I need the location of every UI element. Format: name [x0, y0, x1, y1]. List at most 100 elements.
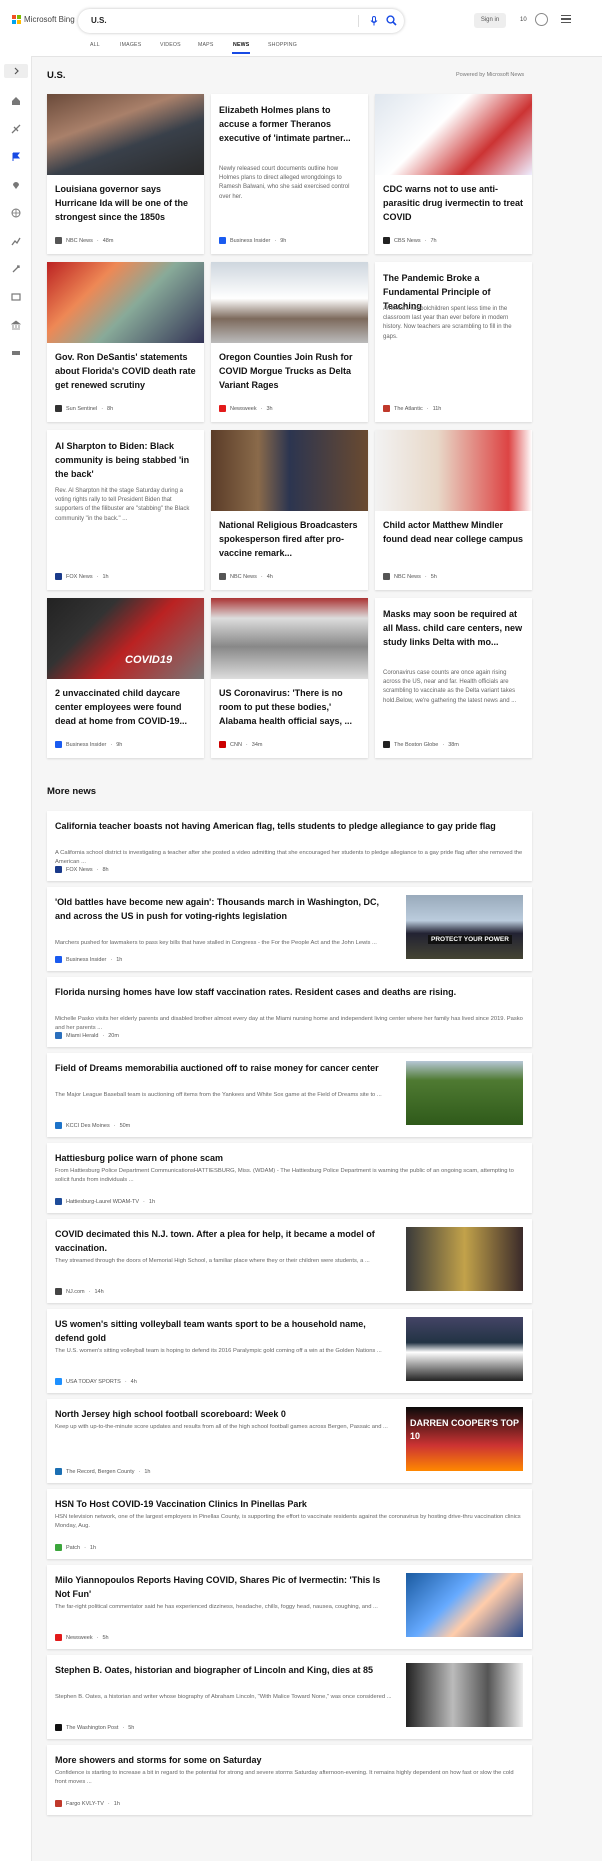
news-card[interactable]: Oregon Counties Join Rush for COVID Morg…	[211, 262, 368, 422]
news-card-title[interactable]: 2 unvaccinated child daycare center empl…	[55, 686, 196, 728]
news-card[interactable]: Louisiana governor says Hurricane Ida wi…	[47, 94, 204, 254]
more-news-source[interactable]: The Record, Bergen County · 1h	[55, 1468, 150, 1475]
news-card[interactable]: Elizabeth Holmes plans to accuse a forme…	[211, 94, 368, 254]
globe-icon[interactable]	[11, 208, 21, 218]
more-news-item[interactable]: COVID decimated this N.J. town. After a …	[47, 1219, 532, 1303]
news-card-image[interactable]	[211, 598, 368, 679]
more-news-source[interactable]: FOX News · 8h	[55, 866, 109, 873]
tab-news[interactable]: NEWS	[233, 42, 249, 48]
more-news-title[interactable]: California teacher boasts not having Ame…	[55, 819, 523, 833]
more-news-thumbnail[interactable]	[406, 1573, 523, 1637]
tab-maps[interactable]: MAPS	[198, 42, 214, 48]
more-news-title[interactable]: US women's sitting volleyball team wants…	[55, 1317, 395, 1345]
politics-icon[interactable]	[11, 320, 21, 330]
news-card-source[interactable]: The Atlantic · 11h	[383, 405, 441, 412]
news-card-title[interactable]: Oregon Counties Join Rush for COVID Morg…	[219, 350, 360, 392]
more-news-thumbnail[interactable]: PROTECT YOUR POWER	[406, 895, 523, 959]
more-news-title[interactable]: HSN To Host COVID-19 Vaccination Clinics…	[55, 1497, 523, 1511]
powered-by-label[interactable]: Powered by Microsoft News	[456, 72, 524, 78]
business-icon[interactable]	[11, 236, 21, 246]
microphone-icon[interactable]	[370, 16, 378, 26]
news-card-source[interactable]: NBC News · 4h	[219, 573, 273, 580]
news-card[interactable]: Masks may soon be required at all Mass. …	[375, 598, 532, 758]
more-news-item[interactable]: Florida nursing homes have low staff vac…	[47, 977, 532, 1047]
more-news-title[interactable]: 'Old battles have become new again': Tho…	[55, 895, 395, 923]
search-input[interactable]: U.S.	[91, 16, 107, 25]
location-pin-icon[interactable]	[11, 180, 21, 190]
more-news-item[interactable]: Stephen B. Oates, historian and biograph…	[47, 1655, 532, 1739]
news-card-title[interactable]: Louisiana governor says Hurricane Ida wi…	[55, 182, 196, 224]
news-card[interactable]: Child actor Matthew Mindler found dead n…	[375, 430, 532, 590]
news-card[interactable]: Al Sharpton to Biden: Black community is…	[47, 430, 204, 590]
news-card[interactable]: National Religious Broadcasters spokespe…	[211, 430, 368, 590]
news-card-title[interactable]: CDC warns not to use anti-parasitic drug…	[383, 182, 524, 224]
more-news-item[interactable]: More showers and storms for some on Satu…	[47, 1745, 532, 1815]
more-news-title[interactable]: COVID decimated this N.J. town. After a …	[55, 1227, 395, 1255]
tab-shopping[interactable]: SHOPPING	[268, 42, 297, 48]
news-card-image[interactable]	[211, 430, 368, 511]
more-news-thumbnail[interactable]	[406, 1663, 523, 1727]
technology-icon[interactable]	[11, 264, 21, 274]
more-news-thumbnail[interactable]	[406, 1227, 523, 1291]
more-news-source[interactable]: KCCI Des Moines · 50m	[55, 1122, 130, 1129]
more-news-source[interactable]: Hattiesburg-Laurel WDAM-TV · 1h	[55, 1198, 155, 1205]
news-card-image[interactable]	[47, 262, 204, 343]
more-news-source[interactable]: Fargo KVLY-TV · 1h	[55, 1800, 120, 1807]
more-news-item[interactable]: 'Old battles have become new again': Tho…	[47, 887, 532, 971]
news-card[interactable]: Gov. Ron DeSantis' statements about Flor…	[47, 262, 204, 422]
news-card[interactable]: CDC warns not to use anti-parasitic drug…	[375, 94, 532, 254]
news-card-source[interactable]: FOX News · 1h	[55, 573, 109, 580]
news-card-source[interactable]: Newsweek · 3h	[219, 405, 273, 412]
search-box[interactable]: U.S.	[78, 9, 404, 33]
news-card-source[interactable]: Business Insider · 9h	[55, 741, 122, 748]
news-card-title[interactable]: Masks may soon be required at all Mass. …	[383, 607, 524, 649]
more-news-source[interactable]: Newsweek · 5h	[55, 1634, 109, 1641]
home-icon[interactable]	[11, 96, 21, 106]
tab-all[interactable]: ALL	[90, 42, 100, 48]
news-card-source[interactable]: CBS News · 7h	[383, 237, 437, 244]
news-card-title[interactable]: Child actor Matthew Mindler found dead n…	[383, 518, 524, 546]
more-news-title[interactable]: Milo Yiannopoulos Reports Having COVID, …	[55, 1573, 395, 1601]
news-card[interactable]: The Pandemic Broke a Fundamental Princip…	[375, 262, 532, 422]
news-card-source[interactable]: NBC News · 48m	[55, 237, 113, 244]
more-news-title[interactable]: Hattiesburg police warn of phone scam	[55, 1151, 523, 1165]
more-news-item[interactable]: Field of Dreams memorabilia auctioned of…	[47, 1053, 532, 1137]
tab-images[interactable]: IMAGES	[120, 42, 141, 48]
tab-videos[interactable]: VIDEOS	[160, 42, 181, 48]
news-card-source[interactable]: NBC News · 5h	[383, 573, 437, 580]
more-news-source[interactable]: USA TODAY SPORTS · 4h	[55, 1378, 137, 1385]
news-card[interactable]: US Coronavirus: 'There is no room to put…	[211, 598, 368, 758]
rewards-trophy-icon[interactable]	[535, 13, 548, 26]
news-card-title[interactable]: US Coronavirus: 'There is no room to put…	[219, 686, 360, 728]
more-news-source[interactable]: The Washington Post · 5h	[55, 1724, 134, 1731]
news-card-title[interactable]: Al Sharpton to Biden: Black community is…	[55, 439, 196, 481]
news-card-image[interactable]: COVID19	[47, 598, 204, 679]
news-card[interactable]: COVID19 2 unvaccinated child daycare cent…	[47, 598, 204, 758]
news-card-source[interactable]: Sun Sentinel · 8h	[55, 405, 113, 412]
expand-sidebar-button[interactable]	[4, 64, 28, 78]
flag-icon[interactable]	[11, 152, 21, 162]
bing-logo[interactable]: Microsoft Bing	[12, 15, 75, 24]
more-news-title[interactable]: Field of Dreams memorabilia auctioned of…	[55, 1061, 395, 1075]
news-card-image[interactable]	[47, 94, 204, 175]
sports-icon[interactable]	[11, 348, 21, 358]
more-news-thumbnail[interactable]: DARREN COOPER'S TOP 10	[406, 1407, 523, 1471]
more-news-item[interactable]: North Jersey high school football scoreb…	[47, 1399, 532, 1483]
search-icon[interactable]	[386, 15, 397, 26]
news-card-image[interactable]	[211, 262, 368, 343]
more-news-thumbnail[interactable]	[406, 1317, 523, 1381]
news-card-source[interactable]: Business Insider · 9h	[219, 237, 286, 244]
more-news-source[interactable]: Business Insider · 1h	[55, 956, 122, 963]
more-news-source[interactable]: Patch · 1h	[55, 1544, 96, 1551]
more-news-item[interactable]: California teacher boasts not having Ame…	[47, 811, 532, 881]
sign-in-button[interactable]: Sign in	[474, 13, 506, 28]
news-card-image[interactable]	[375, 430, 532, 511]
news-card-source[interactable]: CNN · 34m	[219, 741, 262, 748]
more-news-title[interactable]: North Jersey high school football scoreb…	[55, 1407, 395, 1421]
more-news-thumbnail[interactable]	[406, 1061, 523, 1125]
rewards-points[interactable]: 10	[520, 17, 527, 23]
more-news-title[interactable]: More showers and storms for some on Satu…	[55, 1753, 523, 1767]
more-news-item[interactable]: Hattiesburg police warn of phone scam Fro…	[47, 1143, 532, 1213]
news-card-title[interactable]: Elizabeth Holmes plans to accuse a forme…	[219, 103, 360, 145]
science-icon[interactable]	[11, 124, 21, 134]
